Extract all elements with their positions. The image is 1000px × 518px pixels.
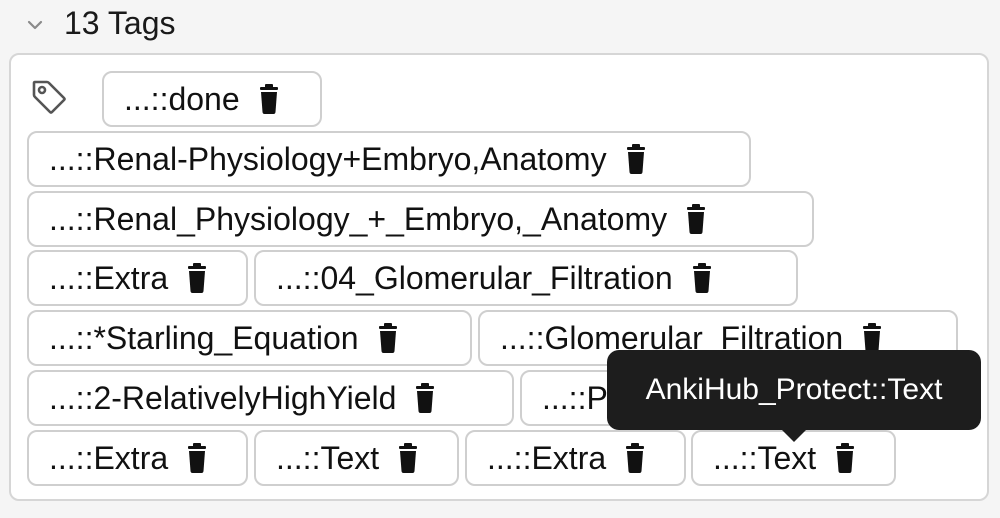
trash-icon[interactable]	[397, 443, 419, 473]
tag-label: ...::Renal-Physiology+Embryo,Anatomy	[49, 141, 607, 177]
tag-label: ...::2-RelativelyHighYield	[49, 380, 397, 416]
tag-chip[interactable]: ...::Renal-Physiology+Embryo,Anatomy	[27, 131, 751, 187]
tag-chip[interactable]: ...::Extra	[465, 430, 686, 486]
trash-icon[interactable]	[691, 263, 713, 293]
tag-chip[interactable]: ...::Extra	[27, 250, 248, 306]
tag-icon	[32, 80, 66, 114]
chevron-down-icon[interactable]	[26, 16, 44, 34]
tag-label: ...::Extra	[49, 260, 169, 296]
tag-label: ...::Text	[276, 440, 380, 476]
trash-icon[interactable]	[624, 443, 646, 473]
tag-label: ...::Extra	[49, 440, 169, 476]
trash-icon[interactable]	[834, 443, 856, 473]
tag-chip[interactable]: ...::Text	[254, 430, 459, 486]
tag-label: ...::done	[124, 81, 240, 117]
tag-chip[interactable]: ...::Extra	[27, 430, 248, 486]
tag-chip[interactable]: ...::Renal_Physiology_+_Embryo,_Anatomy	[27, 191, 814, 247]
trash-icon[interactable]	[186, 263, 208, 293]
trash-icon[interactable]	[685, 204, 707, 234]
trash-icon[interactable]	[414, 383, 436, 413]
tooltip-arrow	[780, 428, 808, 442]
trash-icon[interactable]	[625, 144, 647, 174]
tag-chip[interactable]: ...::*Starling_Equation	[27, 310, 472, 366]
trash-icon[interactable]	[186, 443, 208, 473]
trash-icon[interactable]	[258, 84, 280, 114]
tag-full-name-tooltip: AnkiHub_Protect::Text	[607, 350, 981, 430]
tag-chip[interactable]: ...::done	[102, 71, 322, 127]
tag-label: ...::*Starling_Equation	[49, 320, 359, 356]
tag-chip[interactable]: ...::04_Glomerular_Filtration	[254, 250, 798, 306]
tag-label: ...::Text	[713, 440, 817, 476]
tags-section-header: 13 Tags	[0, 0, 1000, 48]
tag-label: ...::Renal_Physiology_+_Embryo,_Anatomy	[49, 201, 668, 237]
tag-chip[interactable]: ...::2-RelativelyHighYield	[27, 370, 514, 426]
trash-icon[interactable]	[861, 323, 883, 353]
tag-label: ...::Extra	[487, 440, 607, 476]
tag-label: ...::04_Glomerular_Filtration	[276, 260, 673, 296]
trash-icon[interactable]	[377, 323, 399, 353]
tags-count-title: 13 Tags	[64, 5, 176, 41]
